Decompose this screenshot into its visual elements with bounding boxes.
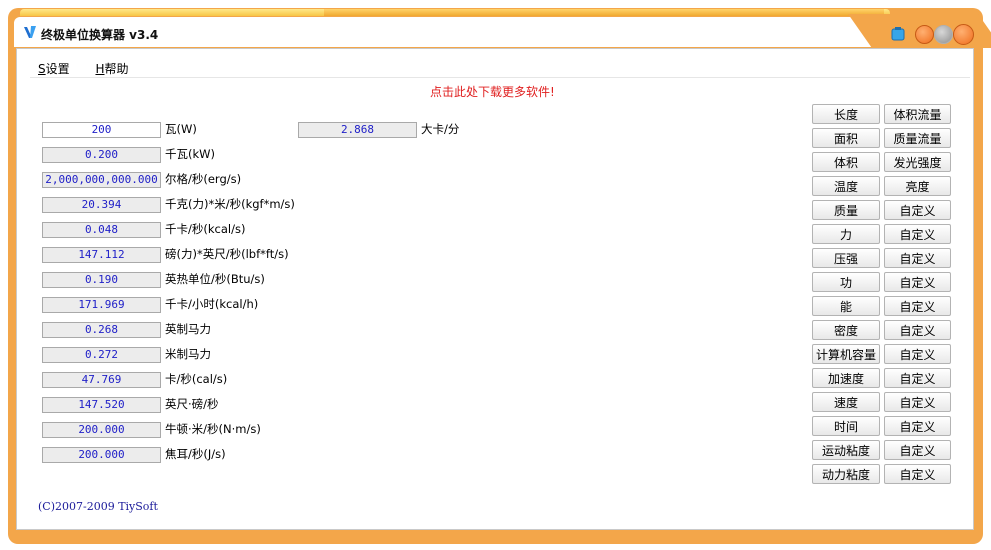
unit-label: 米制马力 (165, 347, 211, 361)
category-button[interactable]: 自定义 (884, 200, 951, 220)
minimize-button[interactable] (915, 25, 934, 44)
unit-label: 尔格/秒(erg/s) (165, 172, 242, 186)
unit-label: 牛顿·米/秒(N·m/s) (165, 422, 261, 436)
category-button[interactable]: 计算机容量 (812, 344, 880, 364)
category-button[interactable]: 亮度 (884, 176, 951, 196)
window-title: 终极单位换算器 v3.4 (41, 28, 159, 42)
value-field[interactable]: 2.868 (298, 122, 417, 138)
value-field[interactable]: 147.520 (42, 397, 161, 413)
value-field[interactable]: 20.394 (42, 197, 161, 213)
category-button[interactable]: 自定义 (884, 392, 951, 412)
category-button[interactable]: 功 (812, 272, 880, 292)
category-button[interactable]: 加速度 (812, 368, 880, 388)
maximize-button[interactable] (934, 25, 953, 44)
category-button[interactable]: 时间 (812, 416, 880, 436)
unit-label: 英尺·磅/秒 (165, 397, 219, 411)
value-field[interactable]: 200.000 (42, 422, 161, 438)
category-button[interactable]: 自定义 (884, 344, 951, 364)
input-value-field[interactable]: 200 (42, 122, 161, 138)
unit-label: 英热单位/秒(Btu/s) (165, 272, 265, 286)
download-more-link[interactable]: 点击此处下载更多软件! (430, 83, 555, 100)
category-button[interactable]: 能 (812, 296, 880, 316)
title-strip-accent (324, 9, 884, 16)
category-button[interactable]: 力 (812, 224, 880, 244)
value-field[interactable]: 171.969 (42, 297, 161, 313)
unit-label: 千卡/小时(kcal/h) (165, 297, 259, 311)
category-button[interactable]: 发光强度 (884, 152, 951, 172)
category-button[interactable]: 压强 (812, 248, 880, 268)
value-field[interactable]: 200.000 (42, 447, 161, 463)
category-button[interactable]: 速度 (812, 392, 880, 412)
unit-label: 千卡/秒(kcal/s) (165, 222, 246, 236)
value-field[interactable]: 0.200 (42, 147, 161, 163)
category-button[interactable]: 质量流量 (884, 128, 951, 148)
copyright: (C)2007-2009 TiySoft (38, 500, 158, 513)
unit-label: 大卡/分 (421, 122, 460, 136)
category-button[interactable]: 自定义 (884, 272, 951, 292)
category-button[interactable]: 自定义 (884, 368, 951, 388)
value-field[interactable]: 0.268 (42, 322, 161, 338)
category-button[interactable]: 面积 (812, 128, 880, 148)
menu-bar: S设置 H帮助 (38, 60, 151, 77)
category-button[interactable]: 体积流量 (884, 104, 951, 124)
category-button[interactable]: 自定义 (884, 464, 951, 484)
menu-settings[interactable]: S设置 (38, 62, 70, 76)
unit-label: 千克(力)*米/秒(kgf*m/s) (165, 197, 295, 211)
category-button[interactable]: 自定义 (884, 440, 951, 460)
menu-help[interactable]: H帮助 (95, 62, 128, 76)
category-button[interactable]: 运动粘度 (812, 440, 880, 460)
value-field[interactable]: 0.048 (42, 222, 161, 238)
category-button[interactable]: 自定义 (884, 248, 951, 268)
unit-label: 瓦(W) (165, 122, 197, 136)
category-button[interactable]: 自定义 (884, 416, 951, 436)
unit-label: 英制马力 (165, 322, 211, 336)
value-field[interactable]: 147.112 (42, 247, 161, 263)
value-field[interactable]: 47.769 (42, 372, 161, 388)
category-button[interactable]: 自定义 (884, 296, 951, 316)
category-button[interactable]: 密度 (812, 320, 880, 340)
pin-icon[interactable] (890, 26, 906, 42)
unit-label: 焦耳/秒(J/s) (165, 447, 226, 461)
unit-label: 千瓦(kW) (165, 147, 216, 161)
value-field[interactable]: 0.272 (42, 347, 161, 363)
unit-label: 卡/秒(cal/s) (165, 372, 228, 386)
value-field[interactable]: 2,000,000,000.000 (42, 172, 161, 188)
category-button[interactable]: 动力粘度 (812, 464, 880, 484)
close-button[interactable] (953, 24, 974, 45)
app-logo-icon (24, 26, 36, 38)
category-button[interactable]: 自定义 (884, 320, 951, 340)
menu-separator (30, 77, 970, 78)
category-button[interactable]: 长度 (812, 104, 880, 124)
unit-label: 磅(力)*英尺/秒(lbf*ft/s) (165, 247, 289, 261)
category-button[interactable]: 质量 (812, 200, 880, 220)
category-button[interactable]: 体积 (812, 152, 880, 172)
category-button[interactable]: 温度 (812, 176, 880, 196)
category-button[interactable]: 自定义 (884, 224, 951, 244)
value-field[interactable]: 0.190 (42, 272, 161, 288)
